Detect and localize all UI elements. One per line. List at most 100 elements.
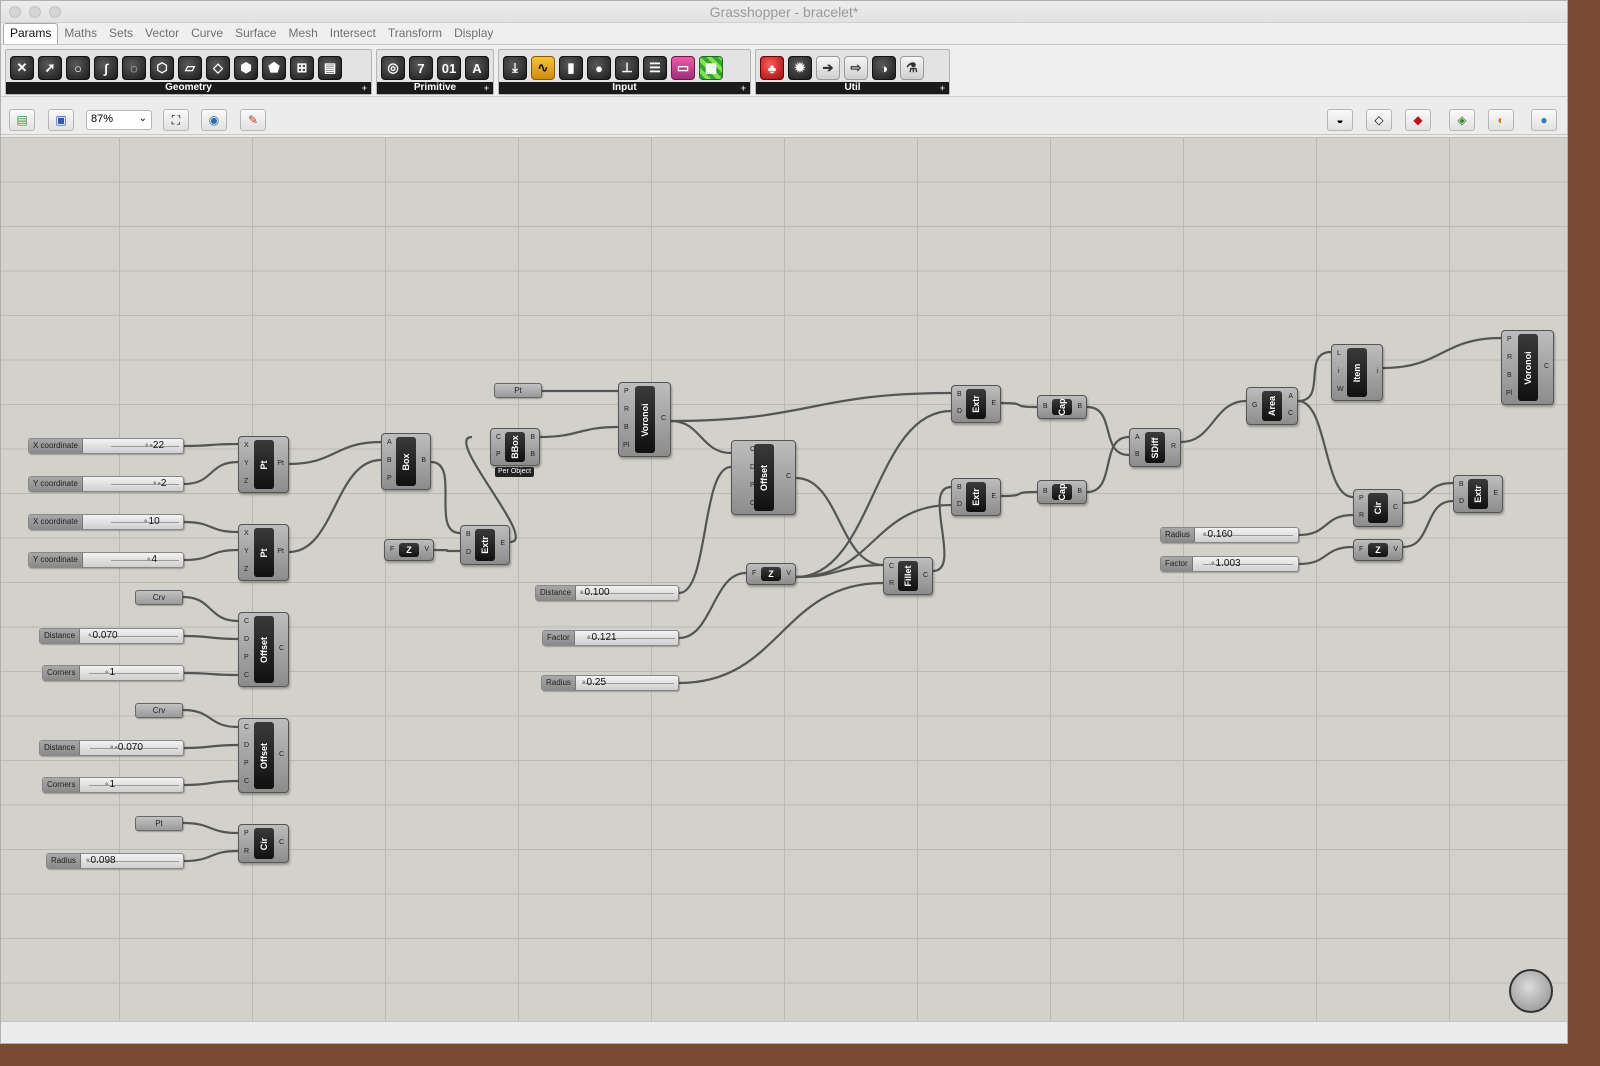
slider-distance-1[interactable]: Distance 0.070 (39, 628, 184, 644)
render-icon[interactable]: ● (1531, 109, 1557, 131)
zoom-extents-icon[interactable]: ⛶ (163, 109, 189, 131)
tab-sets[interactable]: Sets (103, 26, 139, 44)
material-icon[interactable]: ◐ (1488, 109, 1514, 131)
mesh-icon[interactable]: ▱ (178, 56, 202, 80)
tab-display[interactable]: Display (448, 26, 499, 44)
component-offset-3[interactable]: Offset C D P C C (731, 440, 796, 515)
slider-x-coordinate-2[interactable]: X coordinate 10 (28, 514, 184, 530)
bake-icon[interactable]: ◈ (1449, 109, 1475, 131)
waveform-icon[interactable]: ∿ (531, 56, 555, 80)
tab-intersect[interactable]: Intersect (324, 26, 382, 44)
gradient-icon[interactable]: ▭ (671, 56, 695, 80)
component-extrude-4[interactable]: Extr B D E (1453, 475, 1503, 513)
component-unit-z-2[interactable]: Z F V (746, 563, 796, 585)
component-unit-z-1[interactable]: Z F V (384, 539, 434, 561)
component-area[interactable]: Area G A C (1246, 387, 1298, 425)
tab-transform[interactable]: Transform (382, 26, 448, 44)
slider-y-coordinate-1[interactable]: Y coordinate -2 (28, 476, 184, 492)
param-point-1[interactable]: Pt (135, 816, 183, 831)
surface-icon[interactable]: ◌ (122, 56, 146, 80)
component-fillet[interactable]: Fillet C R C (883, 557, 933, 595)
component-box[interactable]: Box A B P B (381, 433, 431, 490)
preview-eye-icon[interactable]: ◉ (201, 109, 227, 131)
slider-corners-2[interactable]: Corners 1 (42, 777, 184, 793)
x-icon[interactable]: ✕ (10, 56, 34, 80)
flask-icon[interactable]: ⚗ (900, 56, 924, 80)
slider-factor-1[interactable]: Factor 0.121 (542, 630, 679, 646)
node-canvas[interactable]: X coordinate -22 Y coordinate -2 X coord… (1, 137, 1567, 1021)
data-icon[interactable]: ◑ (872, 56, 896, 80)
facet-icon[interactable]: ⬟ (262, 56, 286, 80)
component-extrude-3[interactable]: Extr B D E (951, 478, 1001, 516)
slider-y-coordinate-2[interactable]: Y coordinate 4 (28, 552, 184, 568)
slider-corners-1[interactable]: Corners 1 (42, 665, 184, 681)
slider-icon[interactable]: ⊥ (615, 56, 639, 80)
tab-mesh[interactable]: Mesh (282, 26, 323, 44)
slider-radius-1[interactable]: Radius 0.098 (46, 853, 184, 869)
slider-distance-3[interactable]: Distance 0.100 (535, 585, 679, 601)
brep-icon[interactable]: ⬡ (150, 56, 174, 80)
plane-icon[interactable]: ◇ (206, 56, 230, 80)
file-icon[interactable]: ▮ (559, 56, 583, 80)
component-bounding-box[interactable]: BBox C P B B (490, 428, 540, 466)
field-icon[interactable]: ▤ (318, 56, 342, 80)
preview-shaded-icon[interactable]: ◒ (1327, 109, 1353, 131)
preview-wire-icon[interactable]: ◇ (1366, 109, 1392, 131)
boolean-icon[interactable]: 01 (437, 56, 461, 80)
slider-distance-2[interactable]: Distance -0.070 (39, 740, 184, 756)
arrow-icon[interactable]: ➚ (38, 56, 62, 80)
component-unit-z-3[interactable]: Z F V (1353, 539, 1403, 561)
arrow-outline-icon[interactable]: ⇨ (844, 56, 868, 80)
component-list-item[interactable]: Item L i W i (1331, 344, 1383, 401)
component-offset-2[interactable]: Offset C D P C C (238, 718, 289, 793)
sketch-pen-icon[interactable]: ✎ (240, 109, 266, 131)
component-construct-point-1[interactable]: Pt X Y Z Pt (238, 436, 289, 493)
box-icon[interactable]: ⬢ (234, 56, 258, 80)
text-icon[interactable]: A (465, 56, 489, 80)
component-voronoi-2[interactable]: Voronoi P R B Pl C (1501, 330, 1554, 405)
component-solid-difference[interactable]: SDiff A B R (1129, 428, 1181, 467)
checker-icon[interactable]: ▦ (699, 56, 723, 80)
zoom-select[interactable]: 87% ⌄ (86, 110, 152, 130)
component-circle-1[interactable]: Cir P R C (238, 824, 289, 863)
tree-icon[interactable]: ✹ (788, 56, 812, 80)
component-offset-1[interactable]: Offset C D P C C (238, 612, 289, 687)
input-pin: Z (244, 566, 249, 573)
tab-params[interactable]: Params (3, 23, 59, 44)
component-extrude-2[interactable]: Extr B D E (951, 385, 1001, 423)
component-cap-holes-1[interactable]: Cap B B (1037, 395, 1087, 419)
input-icons: ⤓ ∿ ▮ ● ⊥ ☰ ▭ ▦ (503, 53, 746, 83)
number-icon[interactable]: 7 (409, 56, 433, 80)
param-curve-1[interactable]: Crv (135, 590, 183, 605)
list-icon[interactable]: ☰ (643, 56, 667, 80)
preview-selected-icon[interactable]: ◆ (1405, 109, 1431, 131)
slider-factor-2[interactable]: Factor 1.003 (1160, 556, 1299, 572)
chevron-down-icon: ⌄ (138, 113, 147, 124)
component-voronoi-1[interactable]: Voronoi P R B Pl C (618, 382, 671, 457)
wire (1086, 435, 1130, 494)
param-point-2[interactable]: Pt (494, 383, 542, 398)
tab-vector[interactable]: Vector (139, 26, 185, 44)
button-icon[interactable]: ● (587, 56, 611, 80)
arrow-right-icon[interactable]: ➔ (816, 56, 840, 80)
tab-maths[interactable]: Maths (58, 26, 103, 44)
download-icon[interactable]: ⤓ (503, 56, 527, 80)
tab-curve[interactable]: Curve (185, 26, 229, 44)
slider-radius-2[interactable]: Radius 0.25 (541, 675, 679, 691)
tab-surface[interactable]: Surface (229, 26, 282, 44)
slider-radius-3[interactable]: Radius 0.160 (1160, 527, 1299, 543)
cherries-icon[interactable]: ♣ (760, 56, 784, 80)
curve-icon[interactable]: ∫ (94, 56, 118, 80)
save-file-icon[interactable]: ▣ (48, 109, 74, 131)
component-circle-2[interactable]: Cir P R C (1353, 489, 1403, 527)
component-extrude-1[interactable]: Extr B D E (460, 525, 510, 565)
component-cap-holes-2[interactable]: Cap B B (1037, 480, 1087, 504)
open-file-icon[interactable]: ▤ (9, 109, 35, 131)
circle-icon[interactable]: ○ (66, 56, 90, 80)
navigation-dial-icon[interactable] (1509, 969, 1553, 1013)
slider-x-coordinate-1[interactable]: X coordinate -22 (28, 438, 184, 454)
grid-icon[interactable]: ⊞ (290, 56, 314, 80)
param-curve-2[interactable]: Crv (135, 703, 183, 718)
component-construct-point-2[interactable]: Pt X Y Z Pt (238, 524, 289, 581)
circle-param-icon[interactable]: ◎ (381, 56, 405, 80)
